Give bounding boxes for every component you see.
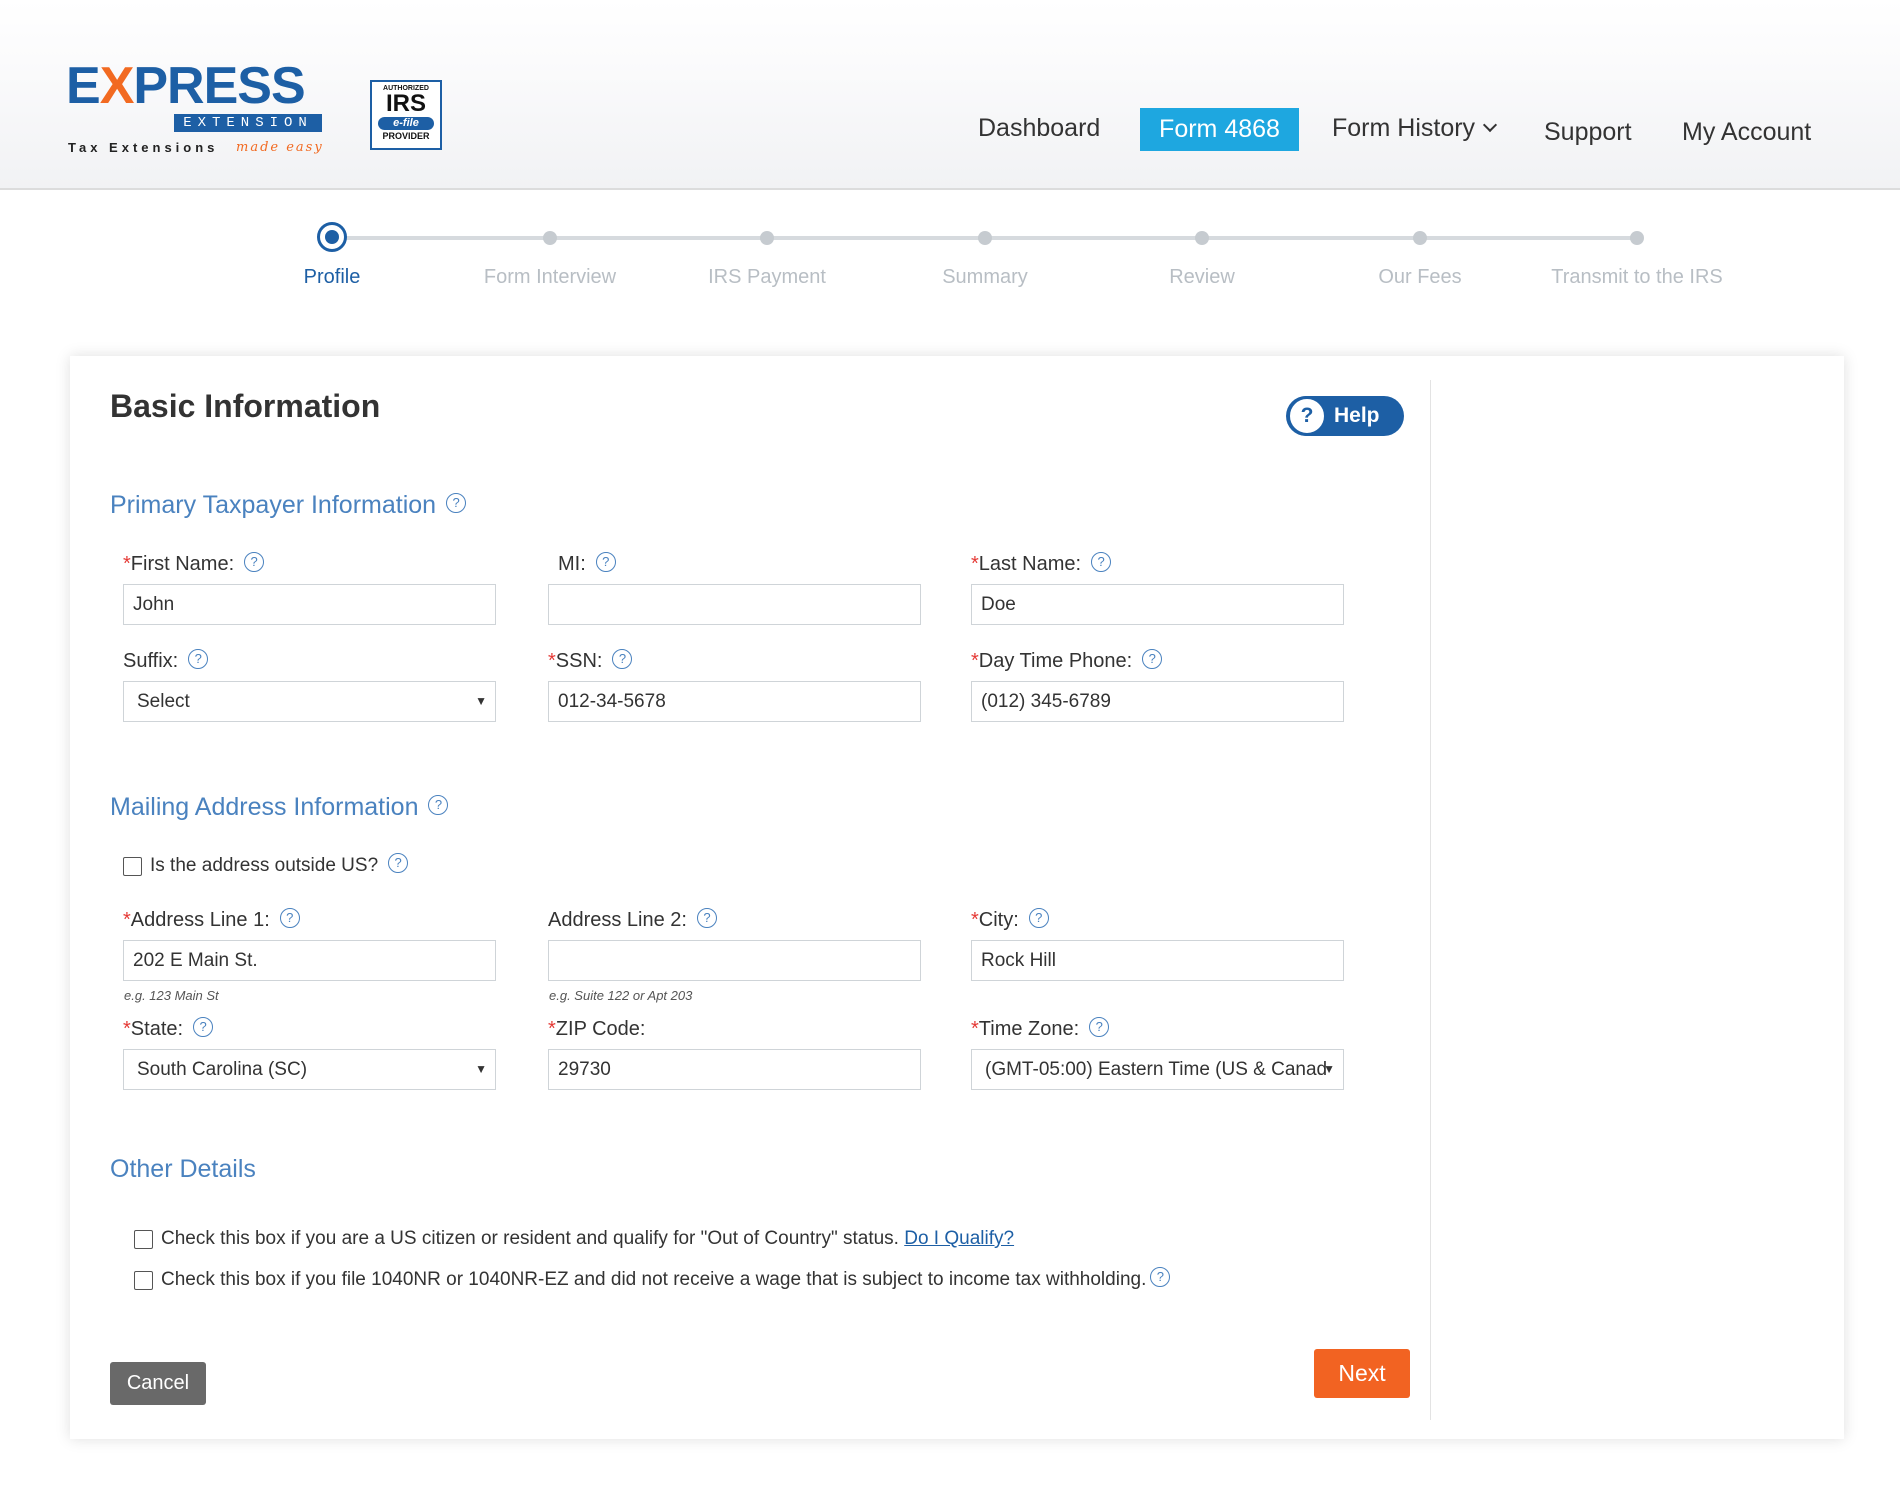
irs-badge-title: IRS [385,90,426,117]
day-time-phone-input[interactable]: (012) 345-6789 [971,681,1344,722]
section-other-details: Other Details [110,1155,256,1183]
help-circle-icon[interactable]: ? [1089,1016,1110,1037]
help-button[interactable]: ? Help [1286,396,1404,436]
state-select-value: South Carolina (SC) [137,1059,308,1080]
suffix-select[interactable]: Select ▼ [123,681,496,722]
zip-code-label: *ZIP Code: [548,1018,646,1040]
logo-subtitle: EXTENSION [174,114,322,132]
day-time-phone-label: *Day Time Phone:? [971,648,1163,673]
section-mailing-address: Mailing Address Information? [110,793,449,822]
section-mailing-address-title: Mailing Address Information [110,793,419,821]
step-dot-transmit [1630,231,1644,245]
irs-badge-efile: e-file [378,117,434,130]
select-arrow-icon: ▼ [475,694,487,708]
help-circle-icon[interactable]: ? [595,551,616,572]
step-dot-profile [317,222,347,252]
help-circle-icon[interactable]: ? [244,551,265,572]
outside-us-checkbox[interactable] [123,857,142,876]
nav-my-account[interactable]: My Account [1682,110,1811,154]
help-circle-icon[interactable]: ? [388,852,409,873]
help-circle-icon: ? [1287,396,1327,436]
form-1040nr-checkbox[interactable] [134,1271,153,1290]
step-dot-our-fees [1413,231,1427,245]
help-circle-icon[interactable]: ? [193,1016,214,1037]
help-circle-icon[interactable]: ? [1142,648,1163,669]
help-circle-icon[interactable]: ? [696,907,717,928]
next-button[interactable]: Next [1314,1349,1410,1398]
step-label-form-interview: Form Interview [483,266,617,288]
first-name-input[interactable]: John [123,584,496,625]
address-line-2-label: Address Line 2:? [548,907,717,932]
help-circle-icon[interactable]: ? [446,493,467,514]
help-circle-icon[interactable]: ? [279,907,300,928]
irs-badge-bottom: PROVIDER [382,131,430,141]
step-dot-form-interview [543,231,557,245]
time-zone-select[interactable]: (GMT-05:00) Eastern Time (US & Canad ▼ [971,1049,1344,1090]
nav-support[interactable]: Support [1544,110,1632,154]
last-name-label: *Last Name:? [971,551,1112,576]
state-label: *State:? [123,1016,214,1041]
nav-dashboard[interactable]: Dashboard [978,106,1100,150]
step-label-review: Review [1169,266,1235,288]
step-dot-summary [978,231,992,245]
city-label: *City:? [971,907,1049,932]
time-zone-select-value: (GMT-05:00) Eastern Time (US & Canad [985,1059,1328,1080]
help-circle-icon[interactable]: ? [1028,907,1049,928]
help-circle-icon[interactable]: ? [1091,551,1112,572]
card-column-divider [1430,380,1431,1420]
section-primary-taxpayer: Primary Taxpayer Information? [110,491,467,520]
help-circle-icon[interactable]: ? [428,795,449,816]
ssn-label: *SSN:? [548,648,633,673]
select-arrow-icon: ▼ [1323,1062,1335,1076]
mi-input[interactable] [548,584,921,625]
suffix-label: Suffix:? [123,648,209,673]
address-line-2-hint: e.g. Suite 122 or Apt 203 [549,988,693,1003]
form-1040nr-label: Check this box if you file 1040NR or 104… [161,1266,1171,1291]
logo-wordmark: EXPRESS [66,57,306,115]
nav-form-history-label: Form History [1332,114,1476,142]
top-header: EXPRESS EXTENSION Tax Extensions made ea… [0,0,1900,190]
logo-tagline: Tax Extensions [68,140,219,155]
step-dot-irs-payment [760,231,774,245]
help-circle-icon[interactable]: ? [1150,1266,1171,1287]
logo-tagline-emphasis: made easy [236,140,324,155]
help-circle-icon[interactable]: ? [612,648,633,669]
page-title: Basic Information [110,388,381,424]
step-label-irs-payment: IRS Payment [708,266,826,288]
address-line-2-input[interactable] [548,940,921,981]
nav-form-history[interactable]: Form History [1332,106,1498,150]
time-zone-label: *Time Zone:? [971,1016,1110,1041]
last-name-input[interactable]: Doe [971,584,1344,625]
address-line-1-hint: e.g. 123 Main St [124,988,219,1003]
suffix-select-value: Select [137,691,190,712]
step-label-summary: Summary [942,266,1028,288]
express-extension-logo[interactable]: EXPRESS EXTENSION Tax Extensions made ea… [66,58,322,158]
address-line-1-input[interactable]: 202 E Main St. [123,940,496,981]
out-of-country-label: Check this box if you are a US citizen o… [161,1228,1015,1249]
step-label-our-fees: Our Fees [1378,266,1462,288]
zip-code-input[interactable]: 29730 [548,1049,921,1090]
section-primary-taxpayer-title: Primary Taxpayer Information [110,491,437,519]
irs-efile-provider-badge: AUTHORIZED IRS e-file PROVIDER [370,80,442,150]
cancel-button[interactable]: Cancel [110,1362,206,1405]
city-input[interactable]: Rock Hill [971,940,1344,981]
first-name-label: *First Name:? [123,551,265,576]
ssn-input[interactable]: 012-34-5678 [548,681,921,722]
help-button-label: Help [1334,404,1380,427]
nav-form-4868[interactable]: Form 4868 [1140,108,1299,151]
out-of-country-checkbox[interactable] [134,1230,153,1249]
address-line-1-label: *Address Line 1:? [123,907,300,932]
help-circle-icon[interactable]: ? [188,648,209,669]
step-label-profile[interactable]: Profile [232,266,432,289]
state-select[interactable]: South Carolina (SC) ▼ [123,1049,496,1090]
step-dot-review [1195,231,1209,245]
chevron-down-icon [1482,117,1498,133]
outside-us-label: Is the address outside US?? [150,852,409,877]
step-label-transmit: Transmit to the IRS [1551,266,1723,288]
mi-label: MI:? [558,551,616,576]
select-arrow-icon: ▼ [475,1062,487,1076]
do-i-qualify-link[interactable]: Do I Qualify? [904,1228,1014,1249]
